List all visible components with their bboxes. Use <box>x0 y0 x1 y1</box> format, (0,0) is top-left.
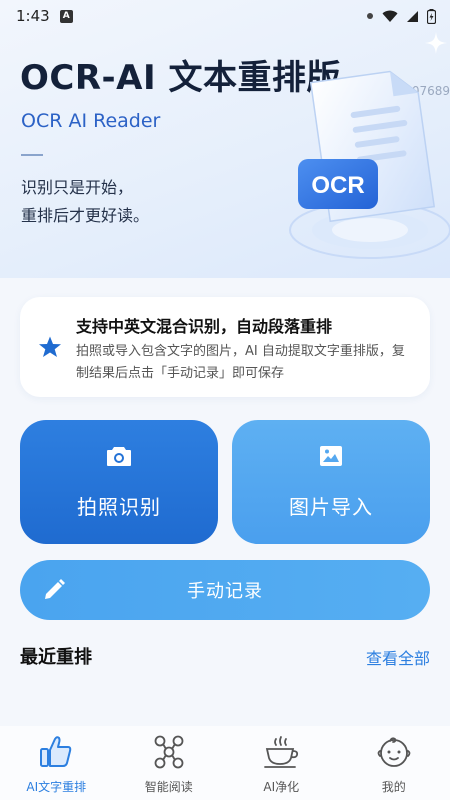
hero-banner: 1:43 A OCR-AI 文本重排版 OCR AI Reader 识别只是开始… <box>0 0 450 278</box>
tab-label: AI净化 <box>263 780 300 794</box>
cup-icon <box>264 736 299 768</box>
recent-section-title: 最近重排 <box>20 647 92 668</box>
tab-mine[interactable]: 我的 <box>338 726 450 800</box>
tab-label: 智能阅读 <box>144 780 193 794</box>
hero-subtitle: OCR AI Reader <box>21 110 161 132</box>
feature-info-card: 支持中英文混合识别，自动段落重排 拍照或导入包含文字的图片，AI 自动提取文字重… <box>20 297 430 397</box>
status-time: 1:43 <box>16 7 50 25</box>
image-icon <box>320 445 342 466</box>
ocr-badge-text: OCR <box>311 172 364 199</box>
import-button-label: 图片导入 <box>289 494 373 519</box>
status-indicators <box>366 8 436 24</box>
tab-label: AI文字重排 <box>26 780 87 794</box>
bottom-tab-bar: AI文字重排 智能阅读 AI净化 我的 <box>0 726 450 800</box>
star-icon <box>39 336 61 357</box>
image-import-button[interactable]: 图片导入 <box>232 420 430 544</box>
hero-divider <box>21 154 43 156</box>
baby-face-icon <box>377 737 411 767</box>
molecule-icon <box>154 735 184 769</box>
tab-smart-reading[interactable]: 智能阅读 <box>113 726 226 800</box>
sparkle-icon <box>425 32 447 54</box>
info-card-title: 支持中英文混合识别，自动段落重排 <box>76 317 333 336</box>
status-bar: 1:43 A <box>0 0 450 32</box>
ocr-document-illustration: OCR <box>289 70 450 259</box>
manual-record-button[interactable]: 手动记录 <box>20 560 430 620</box>
hero-tagline-2: 重排后才更好读。 <box>21 206 150 225</box>
camera-button-label: 拍照识别 <box>77 494 161 519</box>
hero-tagline-1: 识别只是开始， <box>21 178 134 197</box>
wifi-icon <box>382 10 398 22</box>
tab-ai-purify[interactable]: AI净化 <box>225 726 338 800</box>
thumbs-up-icon <box>40 736 72 767</box>
view-all-link[interactable]: 查看全部 <box>366 645 430 669</box>
camera-icon <box>107 446 131 466</box>
manual-record-label: 手动记录 <box>187 581 263 602</box>
tab-label: 我的 <box>381 780 406 794</box>
signal-dot-icon <box>367 13 373 19</box>
app-notification-icon: A <box>59 9 73 23</box>
cellular-icon <box>407 10 418 22</box>
battery-icon <box>427 8 436 24</box>
pencil-icon <box>45 579 65 599</box>
camera-recognize-button[interactable]: 拍照识别 <box>20 420 218 544</box>
tab-ai-rearrange[interactable]: AI文字重排 <box>0 726 113 800</box>
info-card-description: 拍照或导入包含文字的图片，AI 自动提取文字重排版，复制结果后点击「手动记录」即… <box>76 344 405 381</box>
